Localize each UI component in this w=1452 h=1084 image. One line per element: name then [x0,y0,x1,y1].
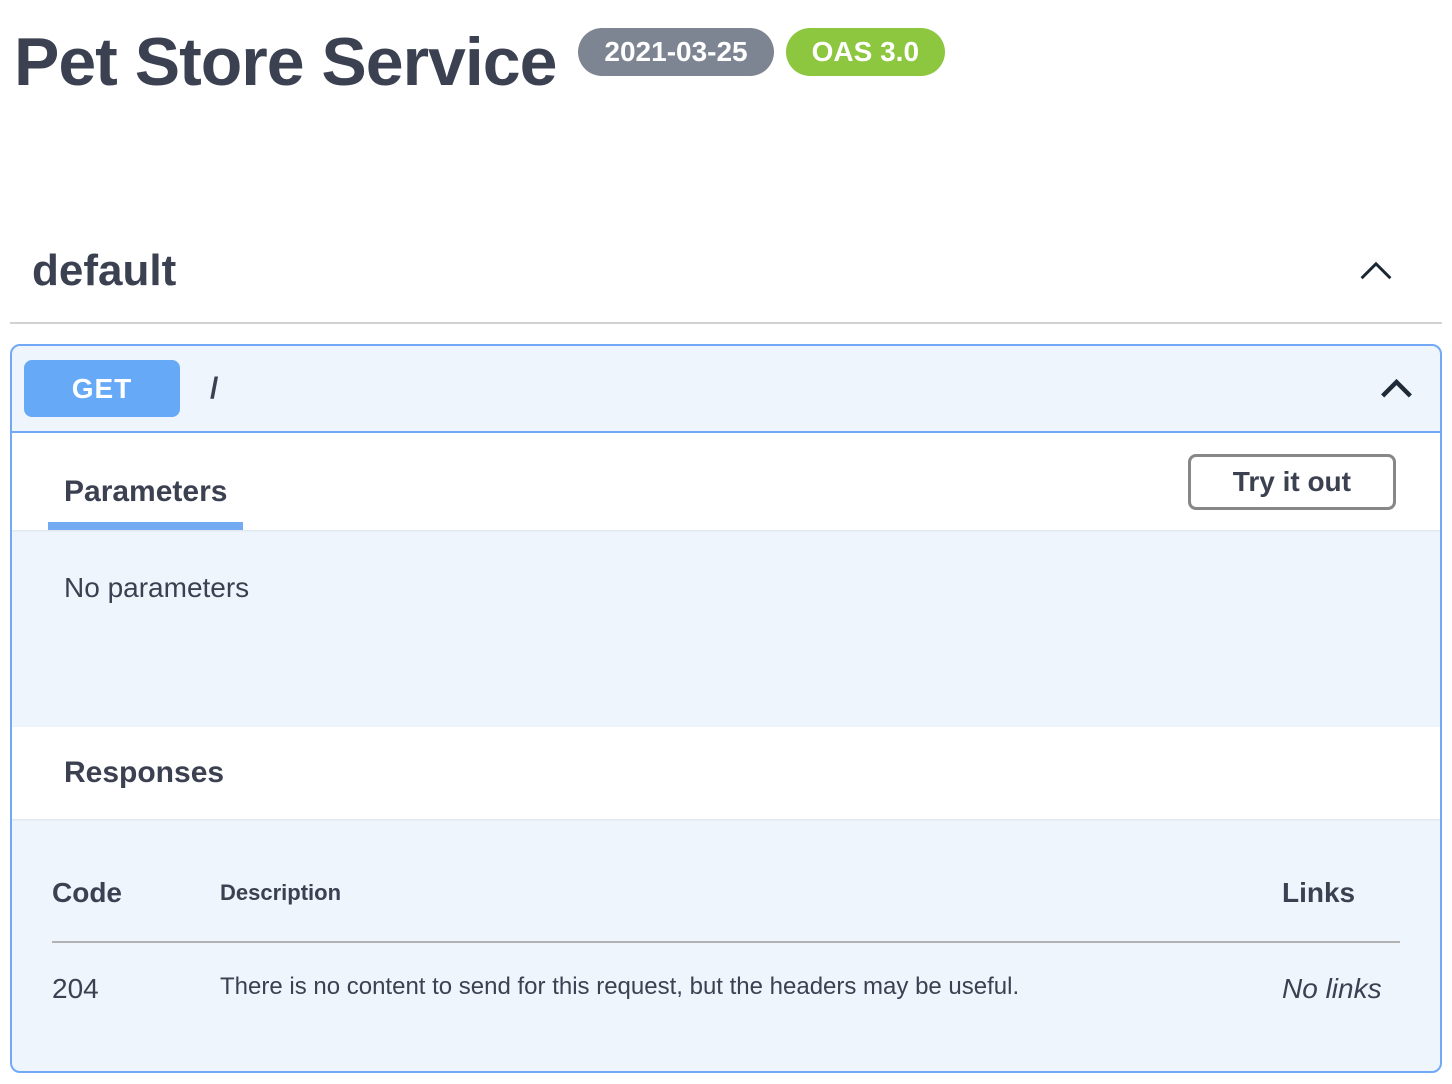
parameters-body: No parameters [12,530,1440,727]
tag-divider [10,322,1442,324]
column-header-code: Code [52,877,220,942]
response-code: 204 [52,942,220,1005]
responses-title: Responses [64,756,224,790]
responses-section-header: Responses [12,727,1440,819]
chevron-up-icon[interactable] [1358,260,1394,282]
response-description: There is no content to send for this req… [220,942,1282,1005]
version-badge: 2021-03-25 [578,28,773,76]
api-info-header: Pet Store Service 2021-03-25 OAS 3.0 [0,0,1452,98]
response-row-204: 204 There is no content to send for this… [52,942,1400,1005]
oas-version-badge: OAS 3.0 [786,28,945,76]
badges: 2021-03-25 OAS 3.0 [578,28,945,76]
operation-path: / [210,372,218,406]
opblock-summary[interactable]: GET / [12,346,1440,433]
column-header-links: Links [1282,877,1400,942]
tag-section-header[interactable]: default [0,246,1452,296]
page-title: Pet Store Service [14,26,556,98]
responses-table: Code Description Links 204 There is no c… [52,877,1400,1005]
http-method-button[interactable]: GET [24,360,180,417]
responses-body: Code Description Links 204 There is no c… [12,819,1440,1071]
response-links: No links [1282,942,1400,1005]
responses-table-header-row: Code Description Links [52,877,1400,942]
chevron-up-icon[interactable] [1378,377,1415,400]
column-header-description: Description [220,877,1282,942]
tag-section-title: default [32,246,176,296]
tab-parameters[interactable]: Parameters [48,462,243,530]
opblock-get: GET / Parameters Try it out No parameter… [10,344,1442,1073]
parameters-section-header: Parameters Try it out [12,433,1440,530]
try-it-out-button[interactable]: Try it out [1188,454,1396,510]
no-parameters-text: No parameters [64,572,1404,604]
